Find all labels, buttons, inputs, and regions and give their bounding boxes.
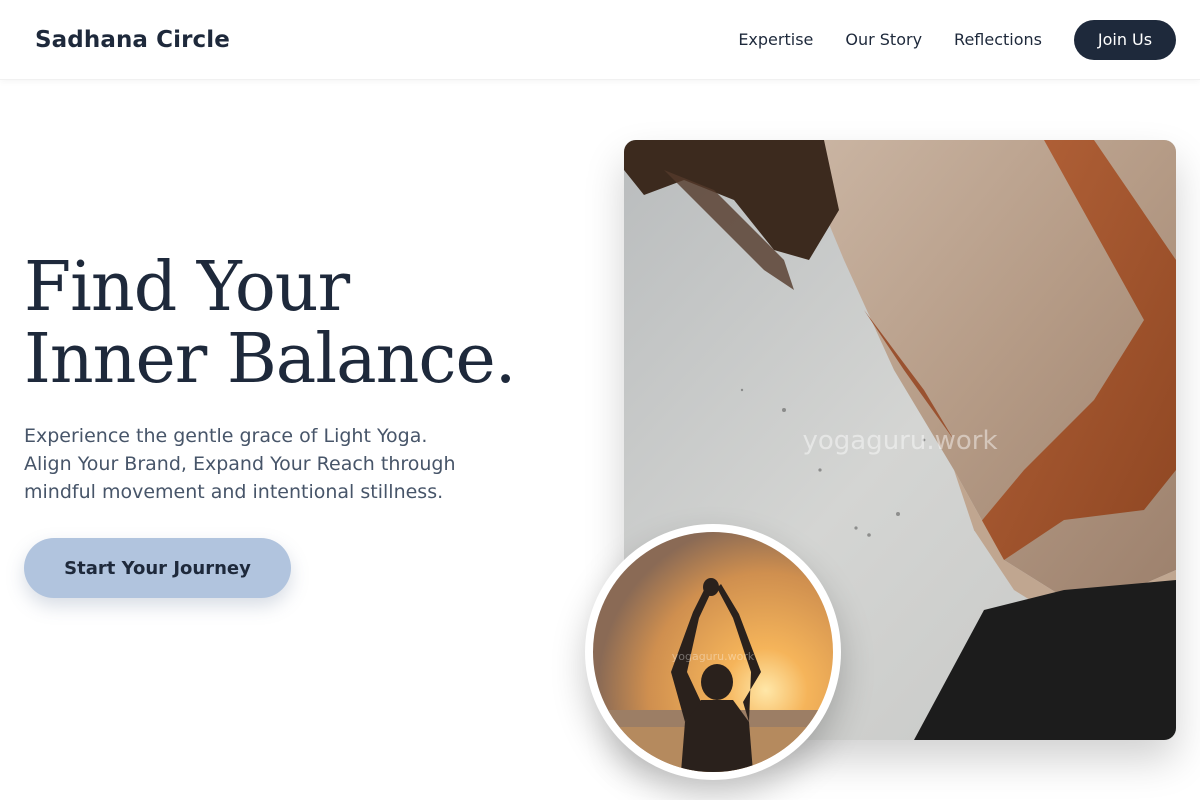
sunset-yoga-photo-inner: yogaguru.work [593,532,833,772]
nav-link-expertise[interactable]: Expertise [738,30,813,49]
hero-title: Find Your Inner Balance. [24,248,516,399]
site-logo[interactable]: Sadhana Circle [35,27,230,53]
start-journey-button[interactable]: Start Your Journey [24,538,291,598]
hero-section: Find Your Inner Balance. Experience the … [24,252,544,598]
nav-link-our-story[interactable]: Our Story [845,30,922,49]
hero-subtitle: Experience the gentle grace of Light Yog… [24,425,456,503]
photo-watermark: yogaguru.work [802,426,998,456]
site-header: Sadhana Circle Expertise Our Story Refle… [0,0,1200,80]
sunset-yoga-photo: yogaguru.work [585,524,841,780]
main-nav: Expertise Our Story Reflections Join Us [706,19,1176,60]
nav-link-reflections[interactable]: Reflections [954,30,1042,49]
join-us-button[interactable]: Join Us [1074,19,1176,60]
circle-photo-watermark: yogaguru.work [671,650,755,663]
